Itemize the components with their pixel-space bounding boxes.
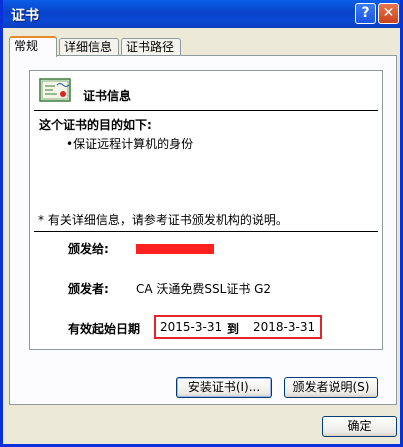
issued-by-label: 颁发者: xyxy=(68,282,109,296)
ok-button[interactable]: 确定 xyxy=(322,416,397,437)
certificate-dialog: 证书 ? ✕ 常规 详细信息 证书路径 证书信息 这个证书的目的如下: •保证远… xyxy=(0,0,403,447)
tab-details[interactable]: 详细信息 xyxy=(59,38,119,56)
purpose-item: •保证远程计算机的身份 xyxy=(66,137,194,151)
issued-to-label: 颁发给: xyxy=(68,242,109,256)
valid-from-date: 2015-3-31 xyxy=(160,320,223,334)
divider xyxy=(34,110,378,111)
tab-cert-path[interactable]: 证书路径 xyxy=(121,38,181,56)
divider xyxy=(34,231,378,232)
title-bar[interactable]: 证书 ? ✕ xyxy=(3,0,400,28)
close-button[interactable]: ✕ xyxy=(378,3,399,24)
issued-to-redacted xyxy=(136,244,214,254)
cert-info-heading: 证书信息 xyxy=(83,89,132,103)
validity-label: 有效起始日期 xyxy=(68,322,141,336)
tab-general[interactable]: 常规 xyxy=(9,36,57,57)
issuer-statement-button[interactable]: 颁发者说明(S) xyxy=(284,377,378,398)
window-title: 证书 xyxy=(11,8,39,24)
certificate-icon xyxy=(39,78,71,102)
help-button[interactable]: ? xyxy=(355,3,376,24)
tab-panel-general: 证书信息 这个证书的目的如下: •保证远程计算机的身份 * 有关详细信息，请参考… xyxy=(9,55,397,405)
issued-by-value: CA 沃通免费SSL证书 G2 xyxy=(136,282,272,296)
to-word: 到 xyxy=(227,322,240,336)
purpose-heading: 这个证书的目的如下: xyxy=(39,118,152,132)
details-note: * 有关详细信息，请参考证书颁发机构的说明。 xyxy=(38,213,288,227)
install-certificate-button[interactable]: 安装证书(I)... xyxy=(176,377,272,398)
certificate-info-box: 证书信息 这个证书的目的如下: •保证远程计算机的身份 * 有关详细信息，请参考… xyxy=(29,70,383,350)
valid-to-date: 2018-3-31 xyxy=(253,320,316,334)
